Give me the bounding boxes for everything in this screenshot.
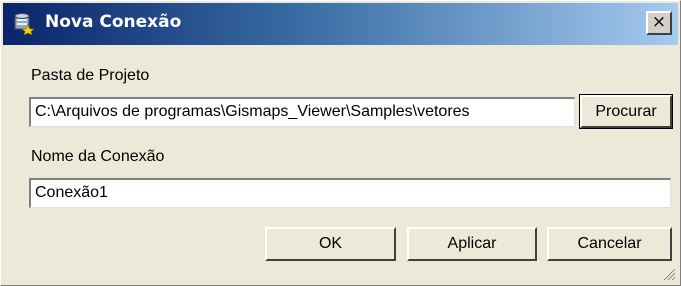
- new-connection-icon: [14, 13, 35, 35]
- project-folder-label: Pasta de Projeto: [31, 67, 150, 84]
- apply-button[interactable]: Aplicar: [407, 227, 537, 261]
- close-icon: ×: [651, 12, 667, 32]
- dialog-title: Nova Conexão: [45, 12, 182, 32]
- new-connection-dialog: Nova Conexão × Pasta de Projeto C:\Arqui…: [0, 0, 681, 286]
- connection-name-label: Nome da Conexão: [31, 148, 165, 165]
- ok-button[interactable]: OK: [265, 227, 396, 261]
- cancel-button[interactable]: Cancelar: [547, 227, 672, 261]
- connection-name-field[interactable]: Conexão1: [29, 178, 671, 208]
- title-bar[interactable]: Nova Conexão ×: [3, 3, 678, 45]
- close-button[interactable]: ×: [646, 11, 672, 35]
- project-folder-field[interactable]: C:\Arquivos de programas\Gismaps_Viewer\…: [29, 97, 575, 127]
- resize-grip-icon[interactable]: [660, 265, 676, 281]
- browse-button[interactable]: Procurar: [579, 94, 673, 129]
